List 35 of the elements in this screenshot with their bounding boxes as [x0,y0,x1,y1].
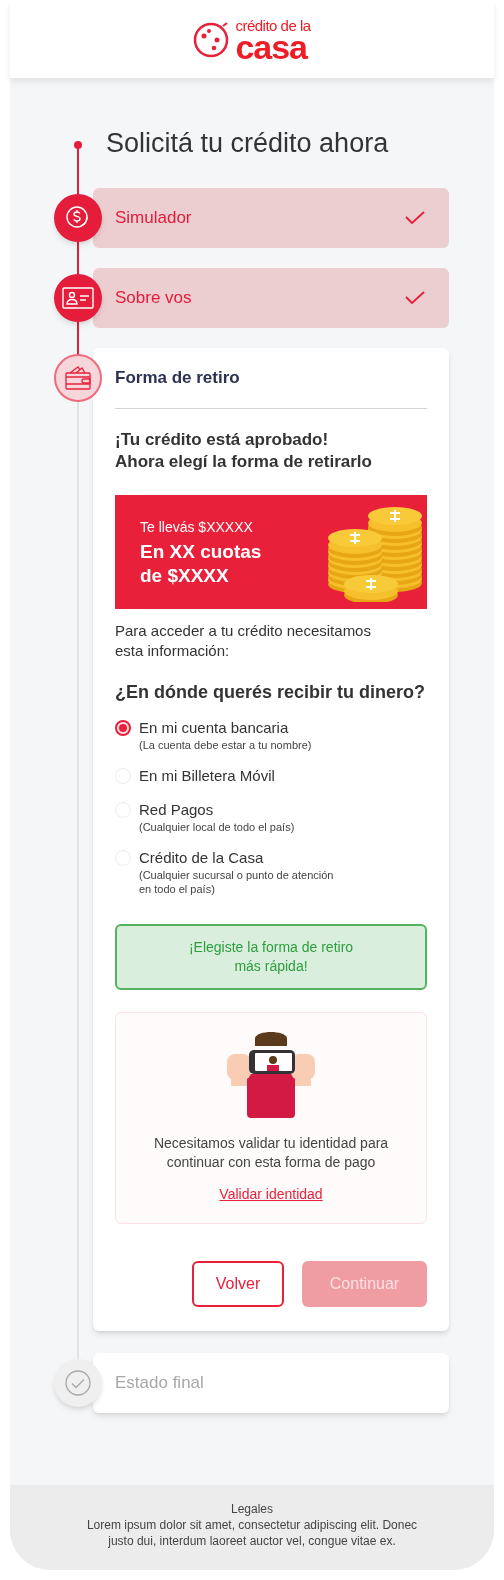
logo-text: crédito de la [235,17,311,33]
step-title: Sobre vos [115,287,192,310]
checkmark-icon [405,291,425,305]
step-title: Forma de retiro [115,367,240,390]
wallet-icon [64,365,92,391]
step-card[interactable]: Sobre vos [93,268,449,328]
success-message: ¡Elegiste la forma de retiro más rápida! [115,924,427,990]
question-text: ¿En dónde querés recibir tu dinero? [115,681,427,704]
check-circle-icon [64,1369,92,1397]
step-card[interactable]: Estado final [93,1353,449,1413]
checkmark-icon [405,211,425,225]
step-title: Simulador [115,207,192,230]
validate-identity-link[interactable]: Validar identidad [219,1184,323,1205]
step-card[interactable]: Simulador [93,188,449,248]
loan-installments: En XX cuotas de $XXXX [140,539,262,588]
option-label[interactable]: Red Pagos [139,800,295,820]
identity-text: Necesitamos validar tu identidad para continuar con esta forma de pago [153,1134,389,1172]
option-label[interactable]: En mi cuenta bancaria [139,718,312,738]
option-note: (La cuenta debe estar a tu nombre) [139,738,312,752]
footer-title: Legales [230,1501,273,1517]
logo-text: casa [235,32,308,61]
option-note: (Cualquier sucursal o punto de atención en todo el país) [139,868,334,896]
footer-text: Lorem ipsum dolor sit amet, consectetur adipiscing elit. Donec justo dui, interdum laoreet auctor vel, congue vitae ex. [86,1517,418,1549]
dollar-coin-icon [65,205,91,231]
radio-button[interactable] [115,720,131,736]
step-title: Estado final [115,1372,204,1395]
approval-heading: ¡Tu crédito está aprobado! Ahora elegí la forma de retirarlo [115,429,373,473]
option-note: (Cualquier local de todo el país) [139,820,295,834]
page-title: Solicitá tu crédito ahora [106,128,390,158]
option-label[interactable]: Crédito de la Casa [139,848,334,868]
loan-amount: Te llevás $XXXXX [140,517,254,537]
back-button[interactable]: Volver [192,1261,284,1307]
id-card-icon [62,286,94,310]
option-label[interactable]: En mi Billetera Móvil [139,766,275,786]
intro-text: Para acceder a tu crédito necesitamos esta información: [115,621,372,661]
